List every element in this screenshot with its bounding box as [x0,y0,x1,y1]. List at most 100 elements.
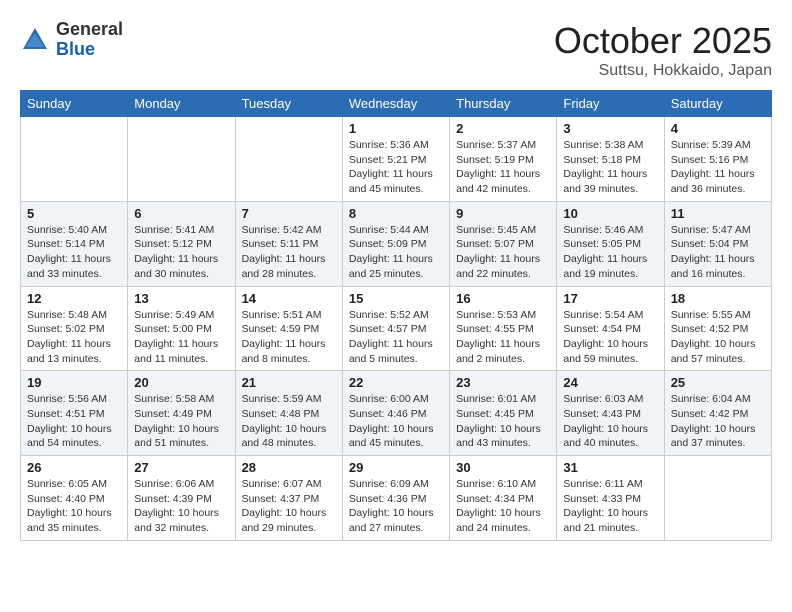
day-number: 13 [134,291,228,306]
weekday-header: Monday [128,91,235,117]
day-number: 14 [242,291,336,306]
day-info: Sunrise: 5:40 AMSunset: 5:14 PMDaylight:… [27,223,121,282]
day-info: Sunrise: 5:36 AMSunset: 5:21 PMDaylight:… [349,138,443,197]
calendar-day-cell: 12 Sunrise: 5:48 AMSunset: 5:02 PMDayligh… [21,286,128,371]
day-info: Sunrise: 5:56 AMSunset: 4:51 PMDaylight:… [27,392,121,451]
day-number: 10 [563,206,657,221]
weekday-header: Thursday [450,91,557,117]
calendar-week-row: 26 Sunrise: 6:05 AMSunset: 4:40 PMDayligh… [21,456,772,541]
calendar-week-row: 1 Sunrise: 5:36 AMSunset: 5:21 PMDaylight… [21,117,772,202]
calendar-day-cell: 16 Sunrise: 5:53 AMSunset: 4:55 PMDayligh… [450,286,557,371]
day-info: Sunrise: 6:10 AMSunset: 4:34 PMDaylight:… [456,477,550,536]
day-info: Sunrise: 5:53 AMSunset: 4:55 PMDaylight:… [456,308,550,367]
day-number: 7 [242,206,336,221]
day-number: 21 [242,375,336,390]
day-number: 1 [349,121,443,136]
day-number: 26 [27,460,121,475]
day-number: 15 [349,291,443,306]
day-number: 25 [671,375,765,390]
calendar-day-cell: 19 Sunrise: 5:56 AMSunset: 4:51 PMDayligh… [21,371,128,456]
calendar-day-cell [21,117,128,202]
day-number: 3 [563,121,657,136]
calendar-day-cell: 13Sunrise: 5:49 AMSunset: 5:00 PMDayligh… [128,286,235,371]
day-number: 20 [134,375,228,390]
calendar-day-cell: 2 Sunrise: 5:37 AMSunset: 5:19 PMDaylight… [450,117,557,202]
weekday-header: Friday [557,91,664,117]
calendar-day-cell: 26 Sunrise: 6:05 AMSunset: 4:40 PMDayligh… [21,456,128,541]
day-info: Sunrise: 5:45 AMSunset: 5:07 PMDaylight:… [456,223,550,282]
day-number: 5 [27,206,121,221]
calendar-week-row: 19 Sunrise: 5:56 AMSunset: 4:51 PMDayligh… [21,371,772,456]
month-title: October 2025 [554,20,772,62]
calendar-week-row: 12 Sunrise: 5:48 AMSunset: 5:02 PMDayligh… [21,286,772,371]
day-info: Sunrise: 6:05 AMSunset: 4:40 PMDaylight:… [27,477,121,536]
calendar-day-cell: 5 Sunrise: 5:40 AMSunset: 5:14 PMDaylight… [21,201,128,286]
calendar-day-cell: 9 Sunrise: 5:45 AMSunset: 5:07 PMDaylight… [450,201,557,286]
day-number: 18 [671,291,765,306]
day-info: Sunrise: 5:44 AMSunset: 5:09 PMDaylight:… [349,223,443,282]
title-block: October 2025 Suttsu, Hokkaido, Japan [554,20,772,80]
calendar-day-cell: 17 Sunrise: 5:54 AMSunset: 4:54 PMDayligh… [557,286,664,371]
location-title: Suttsu, Hokkaido, Japan [554,62,772,80]
calendar-day-cell: 27Sunrise: 6:06 AMSunset: 4:39 PMDayligh… [128,456,235,541]
calendar-day-cell: 24Sunrise: 6:03 AMSunset: 4:43 PMDayligh… [557,371,664,456]
calendar-day-cell: 10 Sunrise: 5:46 AMSunset: 5:05 PMDayligh… [557,201,664,286]
weekday-header: Saturday [664,91,771,117]
day-number: 6 [134,206,228,221]
calendar-day-cell: 25Sunrise: 6:04 AMSunset: 4:42 PMDayligh… [664,371,771,456]
day-number: 31 [563,460,657,475]
day-info: Sunrise: 5:39 AMSunset: 5:16 PMDaylight:… [671,138,765,197]
calendar-day-cell: 15 Sunrise: 5:52 AMSunset: 4:57 PMDayligh… [342,286,449,371]
day-number: 29 [349,460,443,475]
day-info: Sunrise: 6:09 AMSunset: 4:36 PMDaylight:… [349,477,443,536]
calendar-day-cell: 14Sunrise: 5:51 AMSunset: 4:59 PMDayligh… [235,286,342,371]
logo-icon [20,25,50,55]
calendar-week-row: 5 Sunrise: 5:40 AMSunset: 5:14 PMDaylight… [21,201,772,286]
day-number: 19 [27,375,121,390]
calendar-day-cell: 20 Sunrise: 5:58 AMSunset: 4:49 PMDayligh… [128,371,235,456]
logo-text: General Blue [56,20,123,60]
day-number: 8 [349,206,443,221]
calendar-day-cell: 3 Sunrise: 5:38 AMSunset: 5:18 PMDaylight… [557,117,664,202]
day-info: Sunrise: 5:38 AMSunset: 5:18 PMDaylight:… [563,138,657,197]
day-info: Sunrise: 5:48 AMSunset: 5:02 PMDaylight:… [27,308,121,367]
day-info: Sunrise: 5:55 AMSunset: 4:52 PMDaylight:… [671,308,765,367]
calendar-day-cell: 4 Sunrise: 5:39 AMSunset: 5:16 PMDaylight… [664,117,771,202]
calendar-day-cell [664,456,771,541]
day-number: 9 [456,206,550,221]
calendar-day-cell: 22Sunrise: 6:00 AMSunset: 4:46 PMDayligh… [342,371,449,456]
calendar-day-cell: 6 Sunrise: 5:41 AMSunset: 5:12 PMDaylight… [128,201,235,286]
day-info: Sunrise: 5:54 AMSunset: 4:54 PMDaylight:… [563,308,657,367]
day-number: 11 [671,206,765,221]
day-info: Sunrise: 5:37 AMSunset: 5:19 PMDaylight:… [456,138,550,197]
day-number: 2 [456,121,550,136]
weekday-header: Tuesday [235,91,342,117]
calendar-day-cell: 11Sunrise: 5:47 AMSunset: 5:04 PMDayligh… [664,201,771,286]
weekday-header: Wednesday [342,91,449,117]
day-info: Sunrise: 6:03 AMSunset: 4:43 PMDaylight:… [563,392,657,451]
calendar-day-cell [128,117,235,202]
day-info: Sunrise: 5:42 AMSunset: 5:11 PMDaylight:… [242,223,336,282]
logo-general-text: General [56,20,123,40]
calendar-day-cell: 23Sunrise: 6:01 AMSunset: 4:45 PMDayligh… [450,371,557,456]
calendar-day-cell: 7 Sunrise: 5:42 AMSunset: 5:11 PMDaylight… [235,201,342,286]
day-number: 4 [671,121,765,136]
day-number: 23 [456,375,550,390]
weekday-header: Sunday [21,91,128,117]
day-number: 28 [242,460,336,475]
day-number: 16 [456,291,550,306]
day-number: 27 [134,460,228,475]
calendar-day-cell: 28Sunrise: 6:07 AMSunset: 4:37 PMDayligh… [235,456,342,541]
day-info: Sunrise: 5:46 AMSunset: 5:05 PMDaylight:… [563,223,657,282]
day-number: 12 [27,291,121,306]
calendar-day-cell: 8 Sunrise: 5:44 AMSunset: 5:09 PMDaylight… [342,201,449,286]
day-info: Sunrise: 5:58 AMSunset: 4:49 PMDaylight:… [134,392,228,451]
day-number: 17 [563,291,657,306]
calendar-header-row: SundayMondayTuesdayWednesdayThursdayFrid… [21,91,772,117]
day-info: Sunrise: 5:59 AMSunset: 4:48 PMDaylight:… [242,392,336,451]
day-info: Sunrise: 5:41 AMSunset: 5:12 PMDaylight:… [134,223,228,282]
day-info: Sunrise: 5:52 AMSunset: 4:57 PMDaylight:… [349,308,443,367]
logo: General Blue [20,20,123,60]
day-number: 22 [349,375,443,390]
calendar-day-cell: 18 Sunrise: 5:55 AMSunset: 4:52 PMDayligh… [664,286,771,371]
